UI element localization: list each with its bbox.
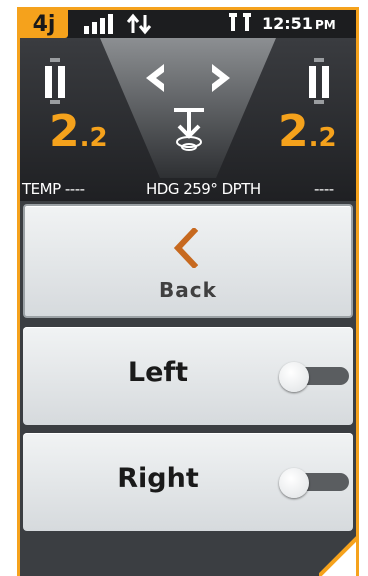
right-toggle[interactable] xyxy=(279,468,349,498)
gps-antenna-icon xyxy=(229,13,251,31)
chevron-left-icon xyxy=(173,228,198,268)
arrow-right-icon[interactable] xyxy=(208,62,234,94)
data-transfer-icon xyxy=(127,13,152,35)
left-transducer-icon xyxy=(45,58,65,104)
left-toggle[interactable] xyxy=(279,362,349,392)
nav-header: 2.2 2.2 TEMP ---- HDG 259° DPTH ---- xyxy=(20,38,356,201)
signal-bars-icon xyxy=(84,14,113,34)
left-value-sub: .2 xyxy=(79,123,108,153)
anchor-icon xyxy=(174,108,204,151)
right-transducer-icon xyxy=(309,58,329,104)
right-option-label: Right xyxy=(117,463,199,494)
arrow-left-icon[interactable] xyxy=(142,62,168,94)
right-value: 2.2 xyxy=(278,110,337,160)
step-badge: 4j xyxy=(20,10,68,38)
status-bar: 4j 12:51 PM xyxy=(20,10,356,38)
clock: 12:51 PM xyxy=(262,14,336,33)
right-option-row[interactable]: Right xyxy=(23,433,353,531)
readout-depth: ---- xyxy=(314,180,334,198)
left-option-label: Left xyxy=(127,357,189,388)
readout-bar: TEMP ---- HDG 259° DPTH ---- xyxy=(20,178,356,200)
clock-time: 12:51 xyxy=(262,14,313,33)
device-screen: 4j 12:51 PM 2.2 2.2 TEMP ---- HDG 259° D… xyxy=(17,7,359,576)
left-value: 2.2 xyxy=(49,110,108,160)
back-label: Back xyxy=(159,278,217,302)
readout-temp: TEMP ---- xyxy=(22,180,85,198)
left-option-row[interactable]: Left xyxy=(23,327,353,425)
left-value-main: 2 xyxy=(49,106,80,157)
toggle-knob xyxy=(279,362,309,392)
back-button[interactable]: Back xyxy=(23,204,353,318)
corner-accent xyxy=(319,536,356,576)
toggle-knob xyxy=(279,468,309,498)
right-value-main: 2 xyxy=(278,106,309,157)
readout-heading: HDG 259° DPTH xyxy=(146,180,261,198)
right-value-sub: .2 xyxy=(308,123,337,153)
clock-ampm: PM xyxy=(314,18,336,32)
